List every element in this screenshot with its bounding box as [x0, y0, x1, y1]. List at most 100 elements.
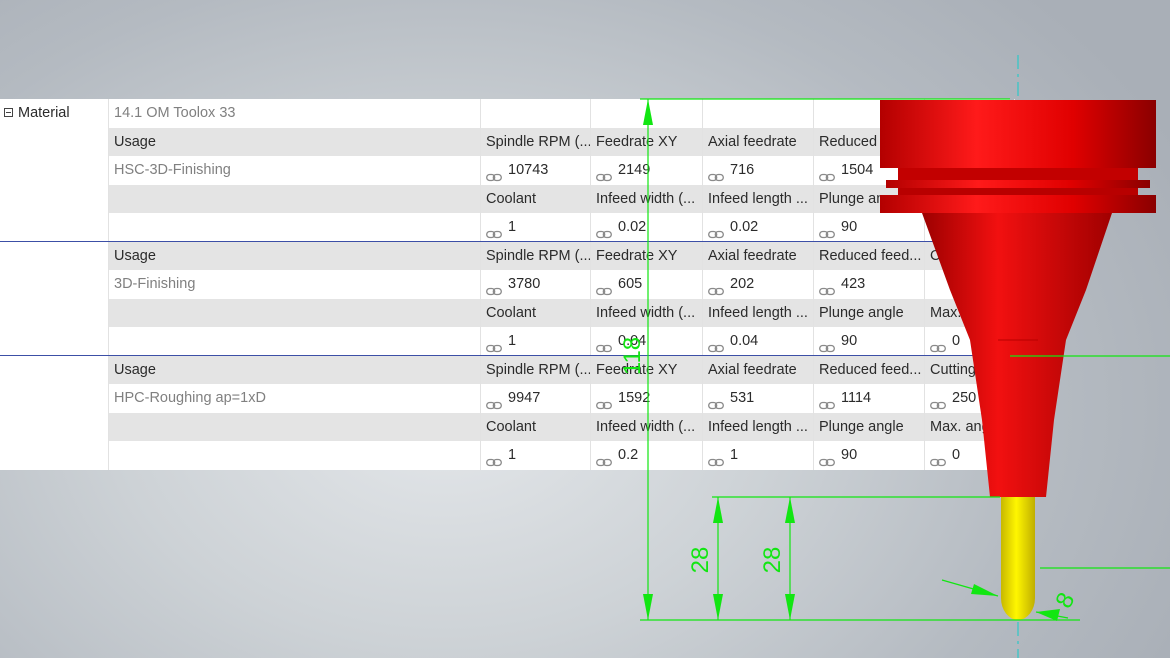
parameter-header[interactable]: Max. ang [925, 412, 1015, 441]
parameter-value[interactable]: 0 [925, 441, 1015, 470]
parameter-value[interactable]: 90 [814, 327, 925, 355]
row-header-cell[interactable] [0, 441, 109, 470]
parameter-value[interactable]: 0.04 [703, 327, 814, 355]
table-row[interactable]: Coolant Infeed width (... Infeed length ..… [0, 412, 1015, 441]
parameter-value[interactable]: 716 [703, 156, 814, 185]
parameter-header[interactable] [925, 184, 1015, 213]
parameter-header[interactable]: Coolant [481, 298, 591, 327]
parameter-header[interactable]: Spindle RPM (... [481, 127, 591, 156]
material-row[interactable]: Material 14.1 OM Toolox 33 [0, 99, 1015, 128]
row-header-cell[interactable] [0, 298, 109, 327]
parameter-header[interactable]: Cutting [925, 355, 1015, 384]
row-header-cell[interactable] [0, 213, 109, 241]
parameter-value[interactable]: 2149 [591, 156, 703, 185]
parameter-value[interactable]: 0.02 [591, 213, 703, 241]
parameter-header[interactable]: Plunge angle [814, 412, 925, 441]
parameter-header[interactable]: Reduced [814, 127, 925, 156]
parameter-header[interactable]: Coolant [481, 184, 591, 213]
table-row[interactable]: Usage Spindle RPM (... Feedrate XY Axial fe… [0, 241, 1015, 270]
parameter-header[interactable]: Spindle RPM (... [481, 241, 591, 270]
row-header-cell[interactable] [0, 241, 109, 270]
parameter-header[interactable]: Reduced feed... [814, 241, 925, 270]
row-header-cell[interactable] [0, 270, 109, 299]
table-row[interactable]: Usage Spindle RPM (... Feedrate XY Axial fe… [0, 355, 1015, 384]
parameter-header[interactable]: Plunge an [814, 184, 925, 213]
parameter-value[interactable] [925, 213, 1015, 241]
parameter-header[interactable]: Coolant [481, 412, 591, 441]
row-header-cell[interactable] [0, 156, 109, 185]
parameter-value[interactable]: 1 [481, 327, 591, 355]
parameter-value[interactable]: 90 [814, 441, 925, 470]
parameter-header[interactable]: Feedrate XY [591, 355, 703, 384]
parameter-header[interactable]: Reduced feed... [814, 355, 925, 384]
table-row[interactable]: HSC-3D-Finishing 10743 2149 716 1504 [0, 156, 1015, 185]
parameter-header[interactable]: Infeed width (... [591, 412, 703, 441]
parameter-header[interactable]: Feedrate XY [591, 127, 703, 156]
parameter-header[interactable]: C [925, 241, 1015, 270]
material-label-cell[interactable]: Material [0, 99, 109, 128]
parameter-value[interactable]: 1114 [814, 384, 925, 413]
parameter-value[interactable]: 3780 [481, 270, 591, 299]
parameter-value[interactable]: 9947 [481, 384, 591, 413]
parameter-header[interactable]: Infeed length ... [703, 412, 814, 441]
parameter-value[interactable]: 202 [703, 270, 814, 299]
row-header-cell[interactable] [0, 384, 109, 413]
parameter-value[interactable] [925, 270, 1015, 299]
parameter-header[interactable]: Infeed width (... [591, 184, 703, 213]
parameter-value[interactable]: 1 [481, 441, 591, 470]
parameter-value[interactable]: 1 [481, 213, 591, 241]
row-header-cell[interactable] [0, 355, 109, 384]
usage-label[interactable]: Usage [109, 127, 481, 156]
parameter-value[interactable]: 1 [703, 441, 814, 470]
empty-cell[interactable] [109, 213, 481, 241]
parameter-value[interactable]: 0.02 [703, 213, 814, 241]
parameter-header[interactable]: Axial feedrate [703, 241, 814, 270]
parameter-header[interactable]: Axial feedrate [703, 355, 814, 384]
parameter-value[interactable]: 531 [703, 384, 814, 413]
table-row[interactable]: HPC-Roughing ap=1xD 9947 1592 531 1114 250 [0, 384, 1015, 413]
table-row[interactable]: 1 0.02 0.02 90 [0, 213, 1015, 242]
minus-box-icon[interactable] [4, 107, 13, 117]
parameter-value[interactable]: 10743 [481, 156, 591, 185]
parameter-value[interactable]: 0.04 [591, 327, 703, 355]
table-row[interactable]: 1 0.04 0.04 90 0 [0, 327, 1015, 356]
parameter-header[interactable]: Axial feedrate [703, 127, 814, 156]
parameter-value[interactable]: 0 [925, 327, 1015, 355]
usage-label[interactable]: Usage [109, 355, 481, 384]
parameter-header[interactable] [925, 127, 1015, 156]
parameter-header[interactable]: Infeed width (... [591, 298, 703, 327]
table-row[interactable]: Usage Spindle RPM (... Feedrate XY Axial fe… [0, 127, 1015, 156]
table-row[interactable]: Coolant Infeed width (... Infeed length ..… [0, 298, 1015, 327]
empty-cell[interactable] [109, 298, 481, 327]
usage-value[interactable]: 3D-Finishing [109, 270, 481, 299]
parameter-value[interactable]: 90 [814, 213, 925, 241]
parameter-value[interactable]: 250 [925, 384, 1015, 413]
parameter-header[interactable]: Infeed length ... [703, 298, 814, 327]
parameter-value[interactable] [925, 156, 1015, 185]
table-row[interactable]: 1 0.2 1 90 0 [0, 441, 1015, 470]
parameter-value[interactable]: 605 [591, 270, 703, 299]
row-header-cell[interactable] [0, 127, 109, 156]
table-row[interactable]: Coolant Infeed width (... Infeed length ..… [0, 184, 1015, 213]
row-header-cell[interactable] [0, 184, 109, 213]
empty-cell[interactable] [109, 327, 481, 355]
row-header-cell[interactable] [0, 412, 109, 441]
parameter-header[interactable]: Spindle RPM (... [481, 355, 591, 384]
parameter-value[interactable]: 1592 [591, 384, 703, 413]
parameter-value[interactable]: 0.2 [591, 441, 703, 470]
empty-cell[interactable] [109, 184, 481, 213]
usage-label[interactable]: Usage [109, 241, 481, 270]
parameter-header[interactable]: Infeed length ... [703, 184, 814, 213]
parameter-header[interactable]: Max. [925, 298, 1015, 327]
table-row[interactable]: 3D-Finishing 3780 605 202 423 [0, 270, 1015, 299]
usage-value[interactable]: HPC-Roughing ap=1xD [109, 384, 481, 413]
parameter-value[interactable]: 423 [814, 270, 925, 299]
parameter-header[interactable]: Feedrate XY [591, 241, 703, 270]
parameter-header[interactable]: Plunge angle [814, 298, 925, 327]
row-header-cell[interactable] [0, 327, 109, 355]
parameter-value[interactable]: 1504 [814, 156, 925, 185]
usage-value[interactable]: HSC-3D-Finishing [109, 156, 481, 185]
empty-cell[interactable] [109, 412, 481, 441]
empty-cell[interactable] [109, 441, 481, 470]
material-value[interactable]: 14.1 OM Toolox 33 [109, 99, 481, 128]
